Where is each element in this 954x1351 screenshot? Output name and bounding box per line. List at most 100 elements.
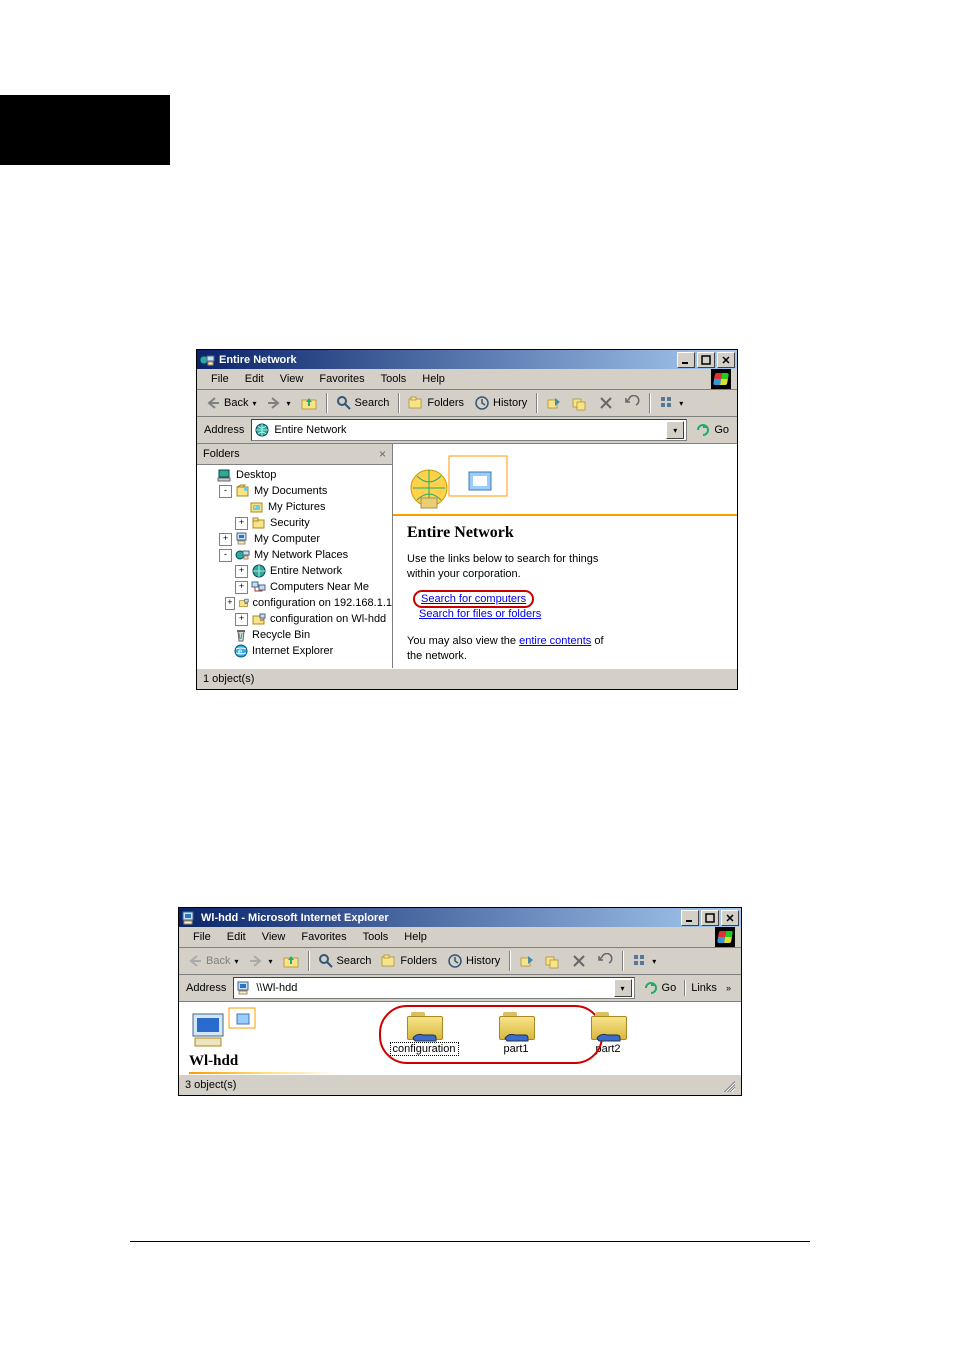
forward-arrow-icon — [248, 953, 264, 969]
go-button[interactable]: Go — [639, 978, 681, 998]
expand-icon[interactable]: + — [235, 581, 248, 594]
menu-view[interactable]: View — [272, 371, 312, 387]
titlebar[interactable]: Wl-hdd - Microsoft Internet Explorer — [179, 908, 741, 927]
expand-icon[interactable]: + — [235, 565, 248, 578]
address-bar: Address Entire Network ▾ Go — [197, 417, 737, 444]
views-button[interactable]: ▾ — [655, 393, 687, 413]
undo-icon — [624, 395, 640, 411]
link-entire-contents[interactable]: entire contents — [519, 635, 591, 647]
expand-icon[interactable]: + — [225, 597, 235, 610]
resize-grip[interactable] — [721, 1078, 735, 1092]
titlebar[interactable]: Entire Network — [197, 350, 737, 369]
minimize-button[interactable] — [681, 910, 699, 926]
back-button[interactable]: Back ▾ — [183, 951, 242, 971]
address-dropdown-button[interactable]: ▾ — [614, 979, 632, 997]
history-icon — [447, 953, 463, 969]
up-button[interactable] — [279, 951, 303, 971]
collapse-icon[interactable]: - — [219, 549, 232, 562]
menu-tools[interactable]: Tools — [373, 371, 415, 387]
menu-favorites[interactable]: Favorites — [293, 929, 354, 945]
folders-button[interactable]: Folders — [404, 393, 468, 413]
expand-icon[interactable]: + — [235, 517, 248, 530]
menu-help[interactable]: Help — [414, 371, 453, 387]
tree-item[interactable]: +Computers Near Me — [197, 579, 392, 595]
history-icon — [474, 395, 490, 411]
history-label: History — [493, 397, 527, 409]
svg-text:e: e — [238, 647, 243, 656]
menu-edit[interactable]: Edit — [219, 929, 254, 945]
forward-button[interactable]: ▾ — [244, 951, 276, 971]
tree-item[interactable]: + configuration on Wl-hdd — [197, 611, 392, 627]
items-area[interactable]: configuration part1 part2 — [359, 1002, 741, 1074]
tree-item[interactable]: -My Network Places — [197, 547, 392, 563]
address-combo[interactable]: \\Wl-hdd ▾ — [233, 977, 634, 999]
menu-tools[interactable]: Tools — [355, 929, 397, 945]
menu-help[interactable]: Help — [396, 929, 435, 945]
minimize-button[interactable] — [677, 352, 695, 368]
folders-icon — [408, 395, 424, 411]
menu-favorites[interactable]: Favorites — [311, 371, 372, 387]
tree-item[interactable]: My Pictures — [197, 499, 392, 515]
menu-edit[interactable]: Edit — [237, 371, 272, 387]
tree-item[interactable]: +My Computer — [197, 531, 392, 547]
undo-button[interactable] — [593, 951, 617, 971]
tree-item[interactable]: Desktop — [197, 467, 392, 483]
address-dropdown-button[interactable]: ▾ — [666, 421, 684, 439]
folders-button[interactable]: Folders — [377, 951, 441, 971]
link-search-files[interactable]: Search for files or folders — [419, 608, 723, 620]
undo-button[interactable] — [620, 393, 644, 413]
share-label: part1 — [503, 1043, 528, 1055]
moveto-button[interactable] — [515, 951, 539, 971]
search-button[interactable]: Search — [332, 393, 394, 413]
tree-item[interactable]: +Entire Network — [197, 563, 392, 579]
copyto-button[interactable] — [541, 951, 565, 971]
tree-item[interactable]: Recycle Bin — [197, 627, 392, 643]
delete-button[interactable] — [567, 951, 591, 971]
tree-item[interactable]: +configuration on 192.168.1.1 — [197, 595, 392, 611]
link-search-computers[interactable]: Search for computers — [421, 593, 526, 605]
tree-item[interactable]: -My Documents — [197, 483, 392, 499]
forward-button[interactable]: ▾ — [262, 393, 294, 413]
views-button[interactable]: ▾ — [628, 951, 660, 971]
menubar: File Edit View Favorites Tools Help — [197, 369, 737, 390]
share-item[interactable]: configuration — [389, 1012, 459, 1055]
collapse-icon[interactable]: - — [219, 485, 232, 498]
delete-button[interactable] — [594, 393, 618, 413]
close-button[interactable] — [721, 910, 739, 926]
folders-pane: Folders × Desktop-My DocumentsMy Picture… — [197, 444, 393, 668]
back-button[interactable]: Back ▾ — [201, 393, 260, 413]
spacer — [203, 470, 214, 481]
share-item[interactable]: part1 — [481, 1012, 551, 1055]
shared-folder-icon — [499, 1012, 533, 1040]
menu-file[interactable]: File — [203, 371, 237, 387]
tree-item[interactable]: e Internet Explorer — [197, 643, 392, 659]
share-item[interactable]: part2 — [573, 1012, 643, 1055]
tree-item[interactable]: +Security — [197, 515, 392, 531]
expand-icon[interactable]: + — [235, 613, 248, 626]
expand-icon[interactable]: + — [219, 533, 232, 546]
go-button[interactable]: Go — [691, 420, 733, 440]
tree-label: configuration on Wl-hdd — [270, 613, 386, 625]
history-button[interactable]: History — [470, 393, 531, 413]
folder-tree[interactable]: Desktop-My DocumentsMy Pictures+Security… — [197, 465, 392, 668]
maximize-button[interactable] — [697, 352, 715, 368]
shared-folder-icon — [591, 1012, 625, 1040]
address-combo[interactable]: Entire Network ▾ — [251, 419, 687, 441]
maximize-button[interactable] — [701, 910, 719, 926]
copyto-button[interactable] — [568, 393, 592, 413]
forward-arrow-icon — [266, 395, 282, 411]
window-wlhdd: Wl-hdd - Microsoft Internet Explorer Fil… — [178, 907, 742, 1096]
moveto-button[interactable] — [542, 393, 566, 413]
links-button[interactable]: Links » — [684, 980, 737, 996]
up-button[interactable] — [297, 393, 321, 413]
pane-close-button[interactable]: × — [379, 447, 386, 461]
close-button[interactable] — [717, 352, 735, 368]
undo-icon — [597, 953, 613, 969]
menu-file[interactable]: File — [185, 929, 219, 945]
search-button[interactable]: Search — [314, 951, 376, 971]
menu-view[interactable]: View — [254, 929, 294, 945]
moveto-icon — [519, 953, 535, 969]
delete-icon — [571, 953, 587, 969]
tree-label: Internet Explorer — [252, 645, 333, 657]
history-button[interactable]: History — [443, 951, 504, 971]
